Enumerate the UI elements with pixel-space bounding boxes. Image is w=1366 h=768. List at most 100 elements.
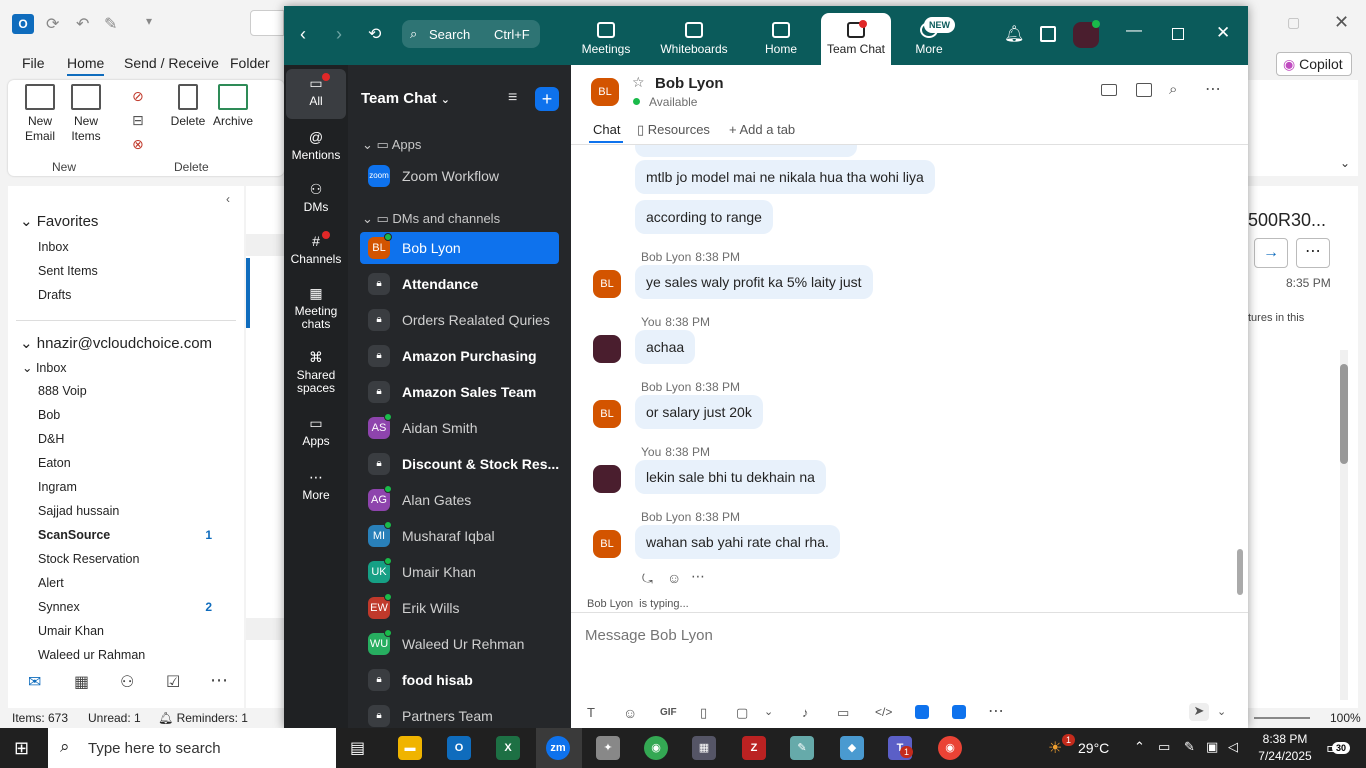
reading-scrollbar[interactable] [1340,350,1348,700]
emoji-reaction-icon[interactable]: ☺ [667,570,681,586]
chat-scrollbar[interactable] [1237,151,1243,595]
format-text-icon[interactable]: T [587,705,595,720]
rail-item[interactable]: ▦ Meeting chats [288,285,344,331]
message-more-icon[interactable]: ⋯ [691,568,705,585]
subtab-add-tab[interactable]: + Add a tab [729,122,795,137]
forward-arrow-icon[interactable]: → [1254,238,1288,268]
apps-panel-icon[interactable] [1040,26,1056,42]
calculator-taskbar-icon[interactable]: ▦ [692,736,716,760]
screenshot-icon[interactable]: ▢ [736,705,748,721]
sync-icon[interactable]: ⟳ [46,14,59,34]
share-screen-icon[interactable] [1136,83,1152,97]
message-bubble[interactable]: achaa [635,330,696,364]
mail-icon[interactable]: ✉ [28,672,41,692]
filter-icon[interactable]: ≡ [508,89,517,107]
copilot-button[interactable]: ◉ Copilot [1276,52,1352,76]
favorite-inbox[interactable]: Inbox [38,240,69,254]
cleanup-icon[interactable]: ⊟ [132,112,144,129]
sender-avatar[interactable]: BL [593,270,621,298]
chat-search-icon[interactable]: ⌕ [1169,81,1177,98]
screenshot-dropdown-icon[interactable]: ⌄ [764,705,773,718]
tray-chevron-icon[interactable]: ⌃ [1134,739,1145,755]
list-item-channel[interactable]: AS Aidan Smith [360,412,559,444]
zoom-app-icon[interactable] [915,705,929,719]
taskbar-search-box[interactable]: ⌕ Type here to search [48,728,336,768]
list-item-channel[interactable]: 🔒︎ Discount & Stock Res... [360,448,559,480]
menu-file[interactable]: File [22,55,45,71]
list-item-channel[interactable]: EW Erik Wills [360,592,559,624]
pen-icon[interactable]: ✎ [1184,739,1195,755]
reading-scroll-thumb[interactable] [1340,364,1348,464]
gif-icon[interactable]: GIF [660,707,677,718]
chrome-taskbar-icon[interactable]: ◉ [644,736,668,760]
message-sender[interactable]: Bob Lyon [641,250,691,264]
list-item-channel[interactable]: BL Bob Lyon [360,232,559,264]
more-apps-icon[interactable]: ⋯ [210,670,228,691]
excel-taskbar-icon[interactable]: X [496,736,520,760]
list-item-zoom-workflow[interactable]: zoom Zoom Workflow [360,160,559,192]
zoom-taskbar-icon[interactable]: zm [546,736,570,760]
notepad-taskbar-icon[interactable]: ✎ [790,736,814,760]
subtab-chat[interactable]: Chat [593,122,620,137]
notification-bell-icon[interactable]: 🔔︎ [1004,24,1024,44]
section-apps[interactable]: ⌄ ▭ Apps [362,137,421,153]
folder-item[interactable]: Eaton [38,456,71,470]
rail-item[interactable]: ⌘ Shared spaces [288,349,344,395]
filezilla-taskbar-icon[interactable]: Z [742,736,766,760]
folder-item[interactable]: D&H [38,432,64,446]
tasks-icon[interactable]: ☑ [166,672,180,692]
archive-button[interactable]: Archive [212,84,254,129]
rail-item[interactable]: ▭ All [288,73,344,108]
composer-more-icon[interactable]: ⋯ [988,701,1004,721]
menu-folder[interactable]: Folder [230,55,270,71]
team-chat-title[interactable]: Team Chat ⌄ [361,90,450,107]
tab-meetings[interactable]: Meetings [574,6,638,65]
sender-avatar[interactable]: BL [593,530,621,558]
video-call-icon[interactable] [1101,84,1117,96]
section-dms-channels[interactable]: ⌄ ▭ DMs and channels [362,211,500,227]
outlook-close-icon[interactable]: ✕ [1334,12,1349,33]
zoom-search-box[interactable]: ⌕ Search Ctrl+F [402,20,540,48]
outlook-taskbar-icon[interactable]: O [447,736,471,760]
sender-avatar[interactable] [593,335,621,363]
message-bubble[interactable]: according to range [635,200,773,234]
chat-more-icon[interactable]: ⋯ [1205,79,1221,99]
code-snippet-icon[interactable]: </> [875,705,892,719]
send-icon[interactable]: ➤ [1189,703,1209,721]
file-explorer-icon[interactable]: ▬ [398,736,422,760]
battery-icon[interactable]: ▭ [1158,739,1170,755]
edit-icon[interactable]: ✎ [104,14,117,34]
reply-icon[interactable]: ⤿ [642,571,653,587]
tab-home[interactable]: Home [754,6,808,65]
message-bubble[interactable]: mtlb jo model mai ne nikala hua tha wohi… [635,160,935,194]
undo-icon[interactable]: ↶ [76,14,89,34]
folder-item[interactable]: Alert [38,576,64,590]
junk-icon[interactable]: ⊗ [132,136,144,153]
forward-icon[interactable]: › [336,24,342,45]
folder-item[interactable]: Bob [38,408,60,422]
contact-avatar[interactable]: BL [591,78,619,106]
task-view-icon[interactable]: ▤ [350,738,365,758]
list-item-channel[interactable]: 🔒︎ Orders Realated Quries [360,304,559,336]
menu-send-receive[interactable]: Send / Receive [124,55,219,71]
close-icon[interactable]: ✕ [1216,23,1230,43]
folder-item[interactable]: Sajjad hussain [38,504,119,518]
paint-taskbar-icon[interactable]: ✦ [596,736,620,760]
folder-item[interactable]: 888 Voip [38,384,87,398]
maximize-icon[interactable] [1172,28,1184,40]
list-item-channel[interactable]: 🔒︎ Amazon Purchasing [360,340,559,372]
new-email-button[interactable]: New Email [22,84,58,144]
list-item-channel[interactable]: UK Umair Khan [360,556,559,588]
message-sender[interactable]: You [641,315,661,329]
favorite-sent-items[interactable]: Sent Items [38,264,98,278]
list-item-channel[interactable]: 🔒︎ food hisab [360,664,559,696]
message-sender[interactable]: You [641,445,661,459]
tab-more[interactable]: More [908,6,950,65]
favorite-drafts[interactable]: Drafts [38,288,71,302]
app-taskbar-icon[interactable]: ◆ [840,736,864,760]
send-options-icon[interactable]: ⌄ [1217,705,1226,718]
windows-start-icon[interactable]: ⊞ [14,738,29,759]
subtab-resources[interactable]: ▯ Resources [637,122,710,138]
inbox-folder[interactable]: ⌄ Inbox [22,360,67,375]
message-sender[interactable]: Bob Lyon [641,380,691,394]
